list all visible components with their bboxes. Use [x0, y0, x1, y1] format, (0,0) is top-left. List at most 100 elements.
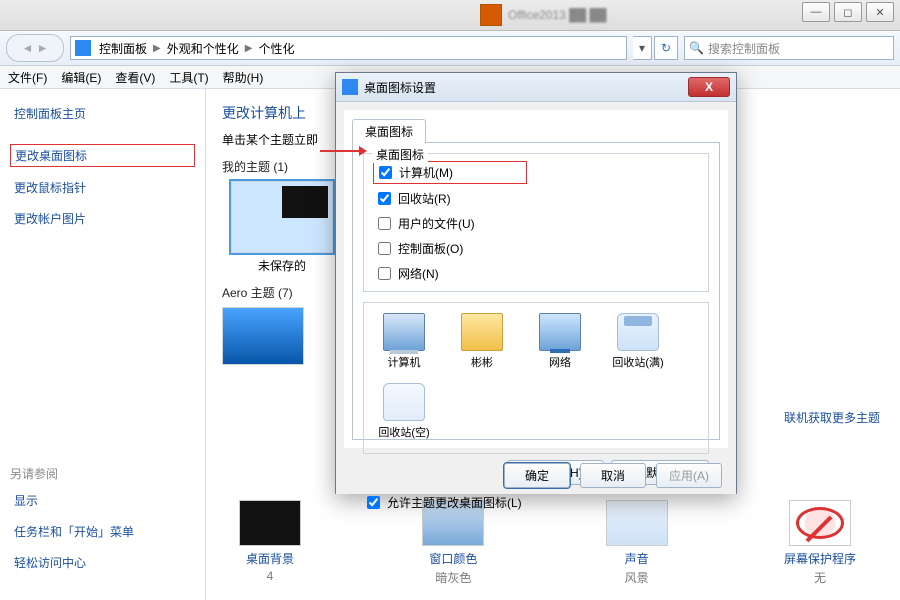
- checkbox-network-input[interactable]: [378, 267, 391, 280]
- search-input[interactable]: 🔍 搜索控制面板: [684, 36, 894, 60]
- option-label: 声音: [577, 550, 697, 567]
- refresh-button[interactable]: ↻: [654, 36, 678, 60]
- icon-label: 回收站(空): [374, 424, 434, 440]
- see-also-header: 另请参阅: [10, 465, 195, 482]
- icon-label: 计算机: [374, 354, 434, 370]
- sidebar-link-mouse-pointer[interactable]: 更改鼠标指针: [10, 177, 195, 198]
- sidebar-link-desktop-icons[interactable]: 更改桌面图标: [10, 144, 195, 167]
- menu-file[interactable]: 文件(F): [8, 69, 47, 86]
- fieldset-desktop-icons: 桌面图标 计算机(M) 回收站(R) 用户的文件(U): [363, 153, 709, 292]
- chevron-right-icon: ▶: [245, 43, 253, 54]
- option-label: 桌面背景: [210, 550, 330, 567]
- checkbox-computer-input[interactable]: [379, 166, 392, 179]
- checkbox-user-files[interactable]: 用户的文件(U): [374, 214, 524, 233]
- checkbox-label: 网络(N): [398, 265, 439, 282]
- checkbox-label: 计算机(M): [399, 164, 453, 181]
- checkbox-allow-themes-input[interactable]: [367, 496, 380, 509]
- icon-cell-network[interactable]: 网络: [530, 313, 590, 373]
- close-button[interactable]: ✕: [866, 2, 894, 22]
- icon-preview-grid: 计算机 彬彬 网络 回收站(满): [363, 302, 709, 454]
- icon-label: 回收站(满): [608, 354, 668, 370]
- checkbox-cpanel-input[interactable]: [378, 242, 391, 255]
- checkbox-recycle-input[interactable]: [378, 192, 391, 205]
- sidebar-home[interactable]: 控制面板主页: [10, 103, 195, 124]
- dialog-titlebar[interactable]: 桌面图标设置 X: [336, 73, 736, 102]
- menu-edit[interactable]: 编辑(E): [61, 69, 101, 86]
- location-icon: [75, 40, 91, 56]
- option-window-color[interactable]: 窗口颜色 暗灰色: [393, 500, 513, 586]
- option-label: 窗口颜色: [393, 550, 513, 567]
- dialog-title: 桌面图标设置: [364, 79, 436, 96]
- computer-icon: [383, 313, 425, 351]
- bottom-options: 桌面背景 4 窗口颜色 暗灰色 声音 风景 屏幕保护程序 无: [210, 500, 880, 586]
- checkbox-network[interactable]: 网络(N): [374, 264, 524, 283]
- background-app-icon: [480, 4, 502, 26]
- tab-strip: 桌面图标: [352, 118, 720, 142]
- explorer-window: Office2013 ██ ██ — ◻ ✕ ◄ ► 控制面板 ▶ 外观和个性化…: [0, 0, 900, 600]
- option-desktop-background[interactable]: 桌面背景 4: [210, 500, 330, 586]
- theme-thumb-unsaved[interactable]: 未保存的: [222, 181, 342, 274]
- link-online-themes[interactable]: 联机获取更多主题: [784, 409, 880, 426]
- icon-cell-computer[interactable]: 计算机: [374, 313, 434, 373]
- titlebar: Office2013 ██ ██ — ◻ ✕: [0, 0, 900, 31]
- checkbox-computer[interactable]: 计算机(M): [374, 162, 526, 183]
- screensaver-icon: [789, 500, 851, 546]
- checkbox-label: 控制面板(O): [398, 240, 463, 257]
- option-screensaver[interactable]: 屏幕保护程序 无: [760, 500, 880, 586]
- checkbox-allow-themes[interactable]: 允许主题更改桌面图标(L): [363, 493, 709, 512]
- checkbox-userfiles-input[interactable]: [378, 217, 391, 230]
- breadcrumb-1[interactable]: 控制面板: [99, 40, 147, 57]
- icon-cell-bin-full[interactable]: 回收站(满): [608, 313, 668, 373]
- checkbox-control-panel[interactable]: 控制面板(O): [374, 239, 524, 258]
- menu-view[interactable]: 查看(V): [115, 69, 155, 86]
- checkbox-label: 用户的文件(U): [398, 215, 475, 232]
- option-label: 屏幕保护程序: [760, 550, 880, 567]
- see-also-display[interactable]: 显示: [10, 490, 195, 511]
- annotation-arrow: [320, 150, 365, 152]
- menu-tools[interactable]: 工具(T): [169, 69, 208, 86]
- address-dropdown[interactable]: ▾: [633, 36, 652, 60]
- address-field[interactable]: 控制面板 ▶ 外观和个性化 ▶ 个性化: [70, 36, 627, 60]
- checkbox-recycle-bin[interactable]: 回收站(R): [374, 189, 524, 208]
- option-sounds[interactable]: 声音 风景: [577, 500, 697, 586]
- apply-button[interactable]: 应用(A): [656, 463, 722, 488]
- fieldset-legend: 桌面图标: [372, 146, 428, 163]
- folder-icon: [461, 313, 503, 351]
- desktop-icon-settings-dialog: 桌面图标设置 X 桌面图标 桌面图标 计算机(M) 回收: [335, 72, 737, 494]
- see-also-ease-access[interactable]: 轻松访问中心: [10, 552, 195, 573]
- tab-desktop-icons[interactable]: 桌面图标: [352, 119, 426, 143]
- minimize-button[interactable]: —: [802, 2, 830, 22]
- nav-back-forward[interactable]: ◄ ►: [6, 34, 64, 62]
- address-bar: ◄ ► 控制面板 ▶ 外观和个性化 ▶ 个性化 ▾ ↻ 🔍 搜索控制面板: [0, 31, 900, 66]
- option-value: 风景: [577, 569, 697, 586]
- recycle-bin-full-icon: [617, 313, 659, 351]
- sidebar: 控制面板主页 更改桌面图标 更改鼠标指针 更改帐户图片 另请参阅 显示 任务栏和…: [0, 89, 206, 600]
- dialog-body: 桌面图标 桌面图标 计算机(M) 回收站(R): [344, 110, 728, 448]
- tab-content: 桌面图标 计算机(M) 回收站(R) 用户的文件(U): [352, 142, 720, 440]
- recycle-bin-empty-icon: [383, 383, 425, 421]
- option-value: 无: [760, 569, 880, 586]
- icon-label: 网络: [530, 354, 590, 370]
- network-icon: [539, 313, 581, 351]
- aero-theme-thumb[interactable]: [222, 307, 304, 365]
- option-value: 暗灰色: [393, 569, 513, 586]
- checkbox-label: 允许主题更改桌面图标(L): [387, 494, 522, 511]
- window-controls: — ◻ ✕: [798, 2, 894, 22]
- breadcrumb-3[interactable]: 个性化: [258, 40, 294, 57]
- icon-cell-user[interactable]: 彬彬: [452, 313, 512, 373]
- checkbox-label: 回收站(R): [398, 190, 451, 207]
- option-value: 4: [210, 569, 330, 583]
- sidebar-link-account-picture[interactable]: 更改帐户图片: [10, 208, 195, 229]
- maximize-button[interactable]: ◻: [834, 2, 862, 22]
- cancel-button[interactable]: 取消: [580, 463, 646, 488]
- menu-help[interactable]: 帮助(H): [223, 69, 264, 86]
- dialog-close-button[interactable]: X: [688, 77, 730, 97]
- ok-button[interactable]: 确定: [504, 463, 570, 488]
- icon-cell-bin-empty[interactable]: 回收站(空): [374, 383, 434, 443]
- see-also-taskbar[interactable]: 任务栏和「开始」菜单: [10, 521, 195, 542]
- background-app-title: Office2013 ██ ██: [508, 8, 607, 22]
- see-also-section: 另请参阅 显示 任务栏和「开始」菜单 轻松访问中心: [10, 465, 195, 583]
- desktop-background-icon: [239, 500, 301, 546]
- search-placeholder: 搜索控制面板: [708, 40, 780, 57]
- breadcrumb-2[interactable]: 外观和个性化: [167, 40, 239, 57]
